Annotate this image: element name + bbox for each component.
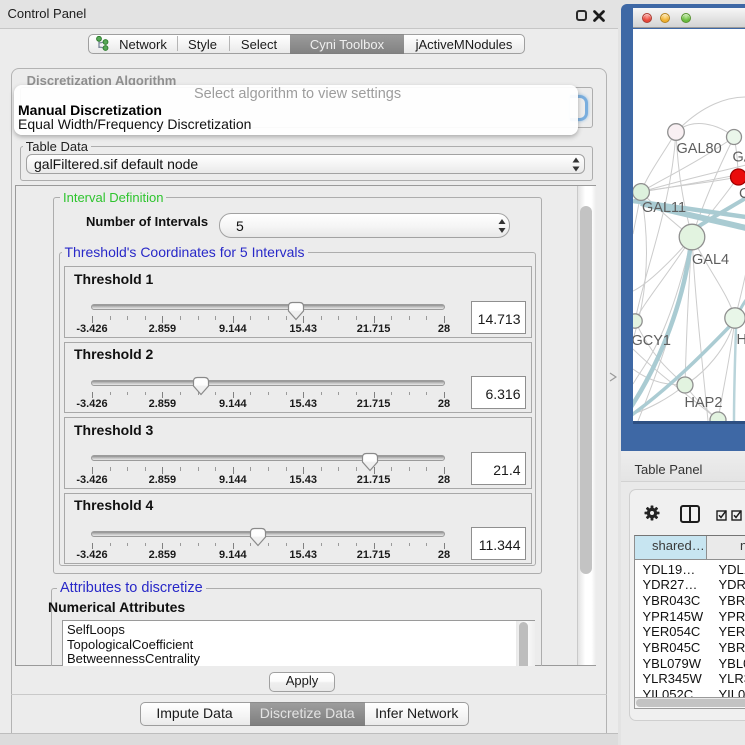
svg-text:H: H xyxy=(736,332,745,348)
svg-text:HAP2: HAP2 xyxy=(684,395,722,411)
svg-text:GAL4: GAL4 xyxy=(692,252,729,268)
svg-text:GAL11: GAL11 xyxy=(642,200,686,216)
svg-text:GAL80: GAL80 xyxy=(676,141,721,157)
svg-text:GA: GA xyxy=(732,149,745,165)
svg-text:GCY1: GCY1 xyxy=(633,333,671,349)
svg-text:C: C xyxy=(739,186,745,202)
